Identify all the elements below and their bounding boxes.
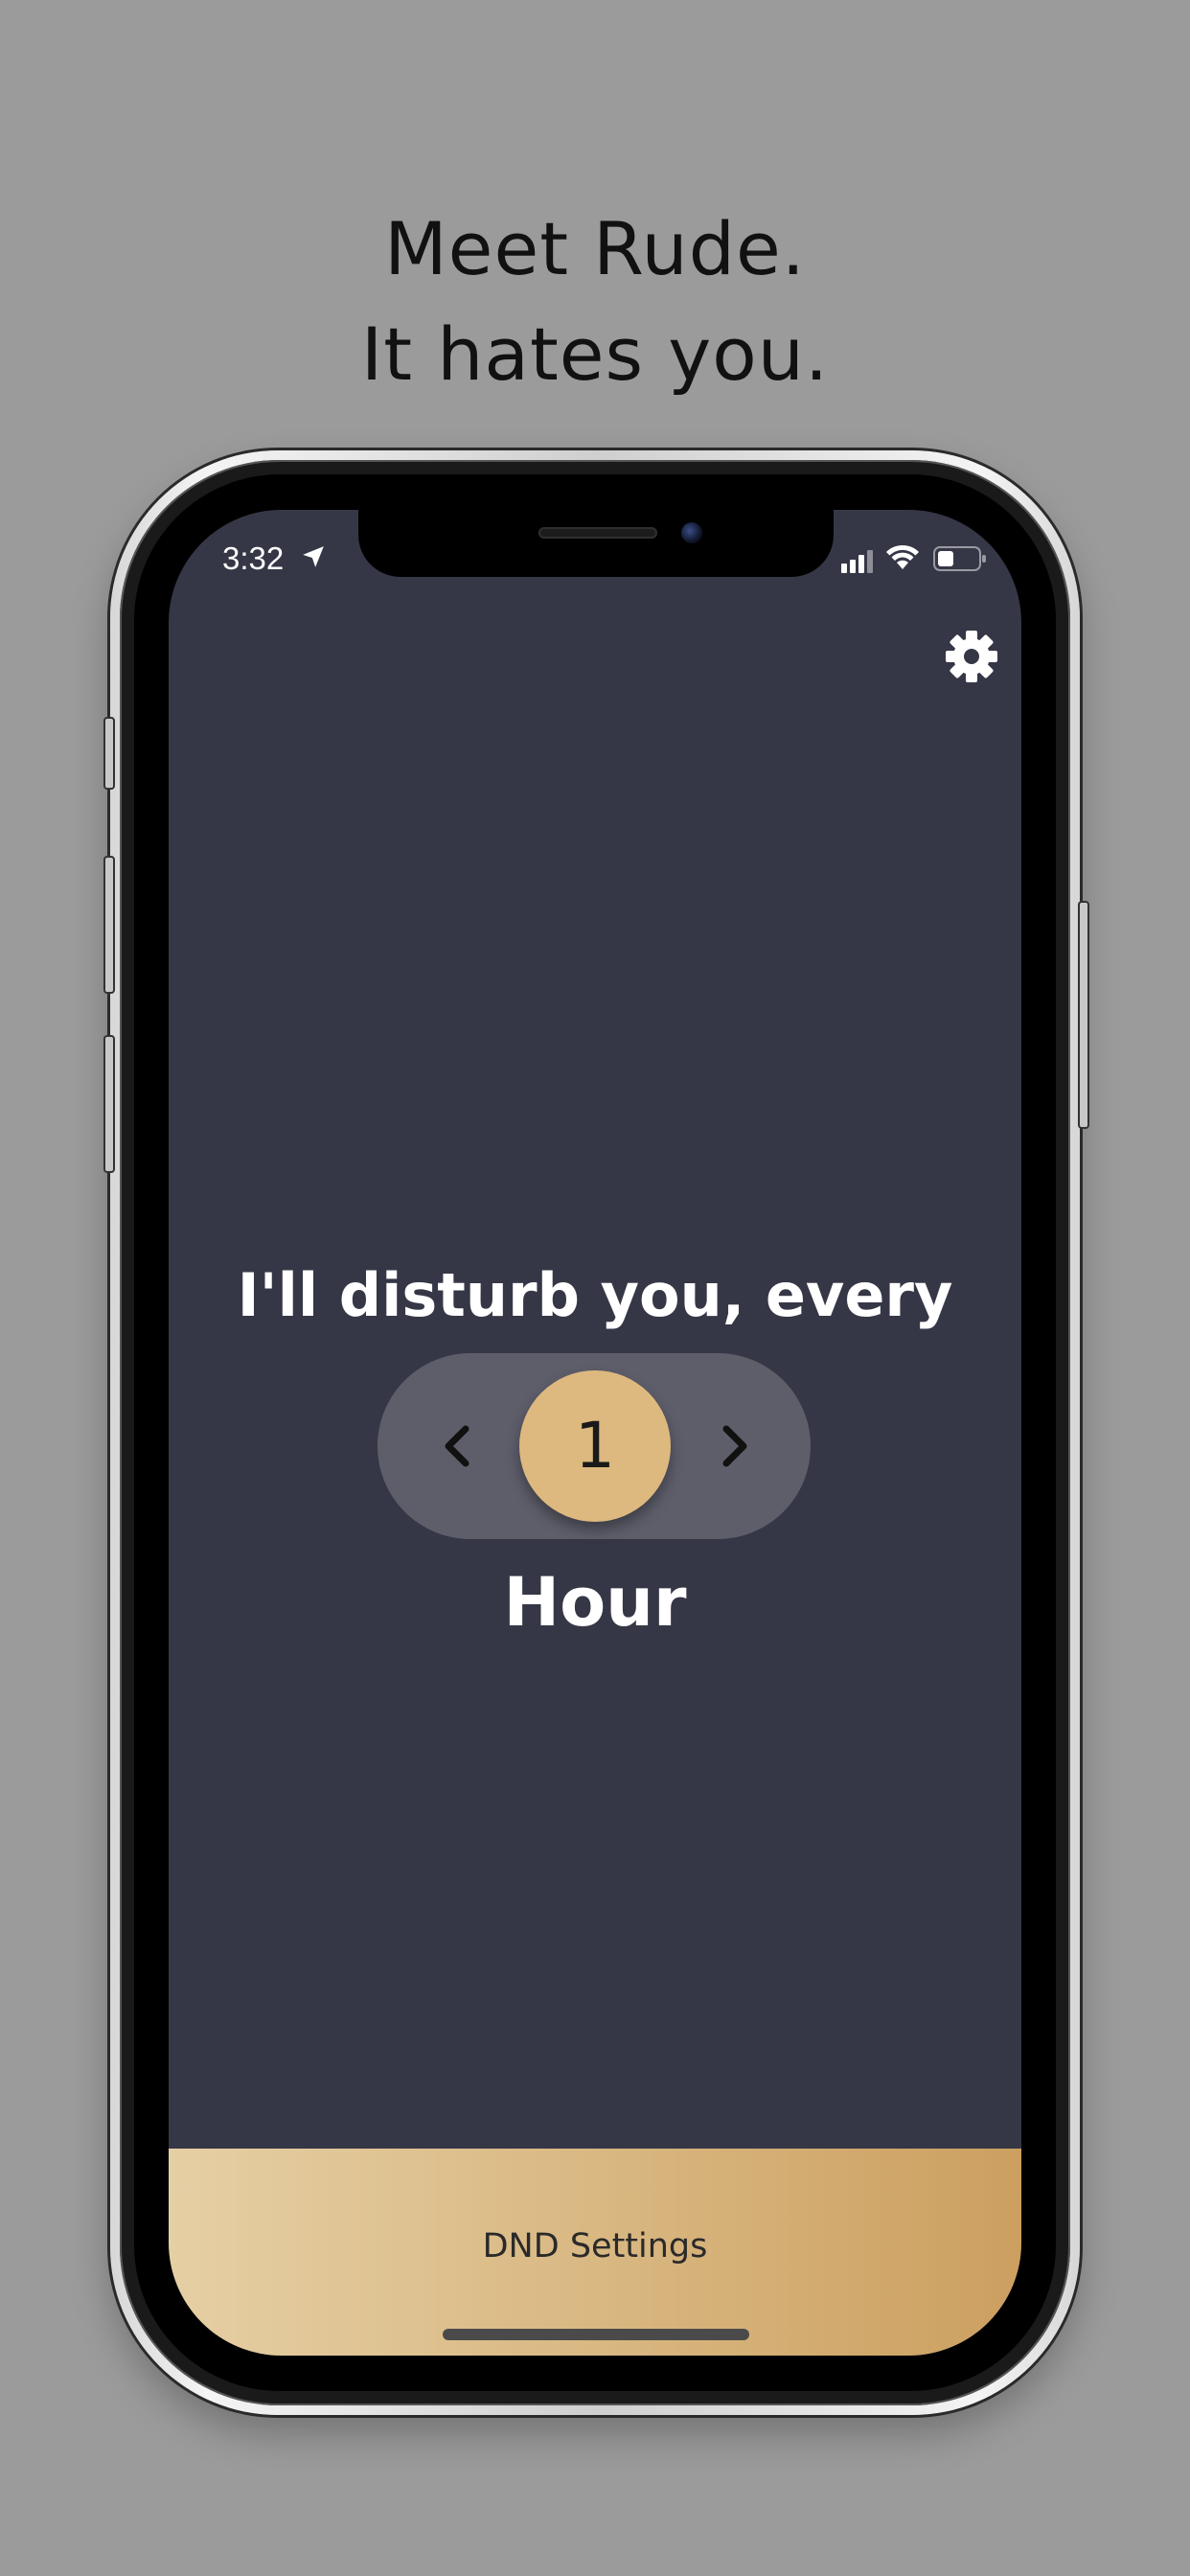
earpiece-speaker (538, 527, 657, 539)
interval-prompt: I'll disturb you, every (237, 1260, 953, 1330)
headline-line-2: It hates you. (360, 311, 830, 397)
dnd-settings-button[interactable]: DND Settings (169, 2149, 1021, 2356)
interval-unit: Hour (503, 1563, 687, 1642)
battery-icon (933, 546, 986, 571)
marketing-headline: Meet Rude. It hates you. (0, 196, 1190, 407)
interval-value[interactable]: 1 (519, 1370, 671, 1522)
headline-line-1: Meet Rude. (384, 206, 806, 291)
location-arrow-icon (303, 546, 324, 567)
status-time: 3:32 (222, 540, 285, 576)
dnd-settings-label: DND Settings (482, 2227, 708, 2266)
volume-down-button (103, 1035, 115, 1173)
interval-stepper: 1 (378, 1353, 811, 1539)
chevron-right-icon[interactable] (703, 1415, 765, 1477)
wifi-icon (886, 544, 919, 569)
volume-up-button (103, 856, 115, 994)
home-indicator[interactable] (443, 2329, 749, 2340)
mute-switch (103, 717, 115, 790)
notch (358, 510, 834, 577)
gear-icon[interactable] (945, 630, 998, 683)
cellular-signal-icon (841, 550, 873, 573)
app-screen: 3:32 I'll disturb you, every 1 Hour DND … (169, 510, 1021, 2356)
front-camera (681, 522, 702, 543)
chevron-left-icon[interactable] (427, 1415, 489, 1477)
power-button (1078, 901, 1089, 1129)
